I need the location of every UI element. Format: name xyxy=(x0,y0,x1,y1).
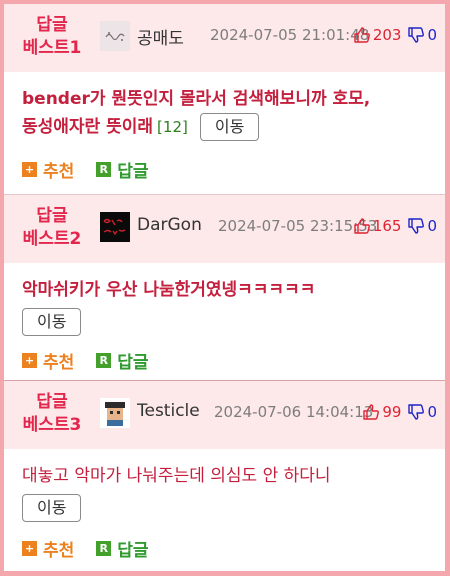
reply-r-icon: R xyxy=(96,161,112,177)
gongmaedo-avatar-icon[interactable] xyxy=(100,21,130,51)
post-date: 2024-07-06 14:04:13 xyxy=(214,403,374,421)
reply-body: 악마쉬키가 우산 나눔한거였넹ㅋㅋㅋㅋㅋ 이동 xyxy=(22,277,431,336)
recommend-button[interactable]: + 추천 xyxy=(22,536,74,561)
thumbs-up-icon[interactable] xyxy=(362,403,380,421)
upvote-count: 99 xyxy=(382,403,402,421)
reply-count[interactable]: [12] xyxy=(157,118,188,136)
thumbs-up-icon[interactable] xyxy=(353,26,371,44)
move-button[interactable]: 이동 xyxy=(22,308,82,336)
reply-label: 답글 xyxy=(117,352,149,373)
move-button[interactable]: 이동 xyxy=(22,494,82,522)
downvote-count: 0 xyxy=(427,403,437,421)
reply-body: bender가 뭔뜻인지 몰라서 검색해보니까 호모, 동성애자란 뜻이래 [12… xyxy=(22,86,431,141)
plus-icon: + xyxy=(22,540,37,556)
best-reply-2: 답글 베스트2 DarGon 2024-07-05 23:15:53 165 0… xyxy=(4,194,445,380)
recommend-button[interactable]: + 추천 xyxy=(22,157,74,182)
best-badge: 답글 베스트1 xyxy=(14,14,90,60)
reply-actions: + 추천 R 답글 xyxy=(22,157,171,182)
comment-text: 악마쉬키가 우산 나눔한거였넹ㅋㅋㅋㅋㅋ xyxy=(22,280,316,300)
upvote-count: 203 xyxy=(372,26,402,44)
thumbs-down-icon[interactable] xyxy=(407,217,425,235)
reply-label: 답글 xyxy=(117,161,149,182)
reply-actions: + 추천 R 답글 xyxy=(22,536,171,561)
downvote-count: 0 xyxy=(427,26,437,44)
thumbs-down-icon[interactable] xyxy=(407,403,425,421)
reply-label: 답글 xyxy=(117,540,149,561)
comment-text: 대놓고 악마가 나눠주는데 의심도 안 하다니 xyxy=(22,466,331,486)
best-badge-line1: 답글 xyxy=(36,392,68,412)
dargon-avatar-icon[interactable] xyxy=(100,212,130,242)
vote-stats: 165 0 xyxy=(353,215,437,237)
reply-r-icon: R xyxy=(96,352,112,368)
vote-stats: 203 0 xyxy=(353,24,437,46)
testicle-avatar-icon[interactable] xyxy=(100,398,130,428)
best-badge-line2: 베스트3 xyxy=(22,415,82,435)
recommend-label: 추천 xyxy=(43,352,75,373)
reply-button[interactable]: R 답글 xyxy=(96,536,149,561)
best-badge: 답글 베스트2 xyxy=(14,205,90,251)
best-reply-1: 답글 베스트1 공매도 2024-07-05 21:01:48 203 0 be… xyxy=(4,4,445,194)
reply-header: 답글 베스트3 Testicle 2024-07-06 14:04:13 99 … xyxy=(4,381,445,449)
thumbs-down-icon[interactable] xyxy=(407,26,425,44)
reply-header: 답글 베스트1 공매도 2024-07-05 21:01:48 203 0 xyxy=(4,4,445,72)
post-date: 2024-07-05 21:01:48 xyxy=(210,26,370,44)
best-badge-line1: 답글 xyxy=(36,206,68,226)
move-button[interactable]: 이동 xyxy=(199,113,260,141)
reply-actions: + 추천 R 답글 xyxy=(22,348,171,373)
author-name[interactable]: DarGon xyxy=(137,215,202,235)
reply-button[interactable]: R 답글 xyxy=(96,348,149,373)
reply-body: 대놓고 악마가 나눠주는데 의심도 안 하다니 이동 xyxy=(22,463,431,522)
recommend-label: 추천 xyxy=(43,161,75,182)
reply-button[interactable]: R 답글 xyxy=(96,157,149,182)
comment-text: bender가 뭔뜻인지 몰라서 검색해보니까 호모, 동성애자란 뜻이래 [12… xyxy=(22,86,431,141)
reply-header: 답글 베스트2 DarGon 2024-07-05 23:15:53 165 0 xyxy=(4,195,445,263)
vote-stats: 99 0 xyxy=(362,401,437,423)
upvote-count: 165 xyxy=(372,217,402,235)
downvote-count: 0 xyxy=(427,217,437,235)
best-badge-line2: 베스트2 xyxy=(22,229,82,249)
reply-r-icon: R xyxy=(96,540,112,556)
plus-icon: + xyxy=(22,352,37,368)
best-badge-line2: 베스트1 xyxy=(22,38,82,58)
thumbs-up-icon[interactable] xyxy=(353,217,371,235)
comment-content: bender가 뭔뜻인지 몰라서 검색해보니까 호모, 동성애자란 뜻이래 xyxy=(22,89,371,137)
recommend-button[interactable]: + 추천 xyxy=(22,348,74,373)
best-reply-3: 답글 베스트3 Testicle 2024-07-06 14:04:13 99 … xyxy=(4,380,445,571)
author-name[interactable]: 공매도 xyxy=(137,24,184,49)
best-badge: 답글 베스트3 xyxy=(14,391,90,437)
recommend-label: 추천 xyxy=(43,540,75,561)
best-replies-panel: 답글 베스트1 공매도 2024-07-05 21:01:48 203 0 be… xyxy=(4,4,445,571)
plus-icon: + xyxy=(22,161,37,177)
author-name[interactable]: Testicle xyxy=(137,401,200,421)
best-badge-line1: 답글 xyxy=(36,15,68,35)
